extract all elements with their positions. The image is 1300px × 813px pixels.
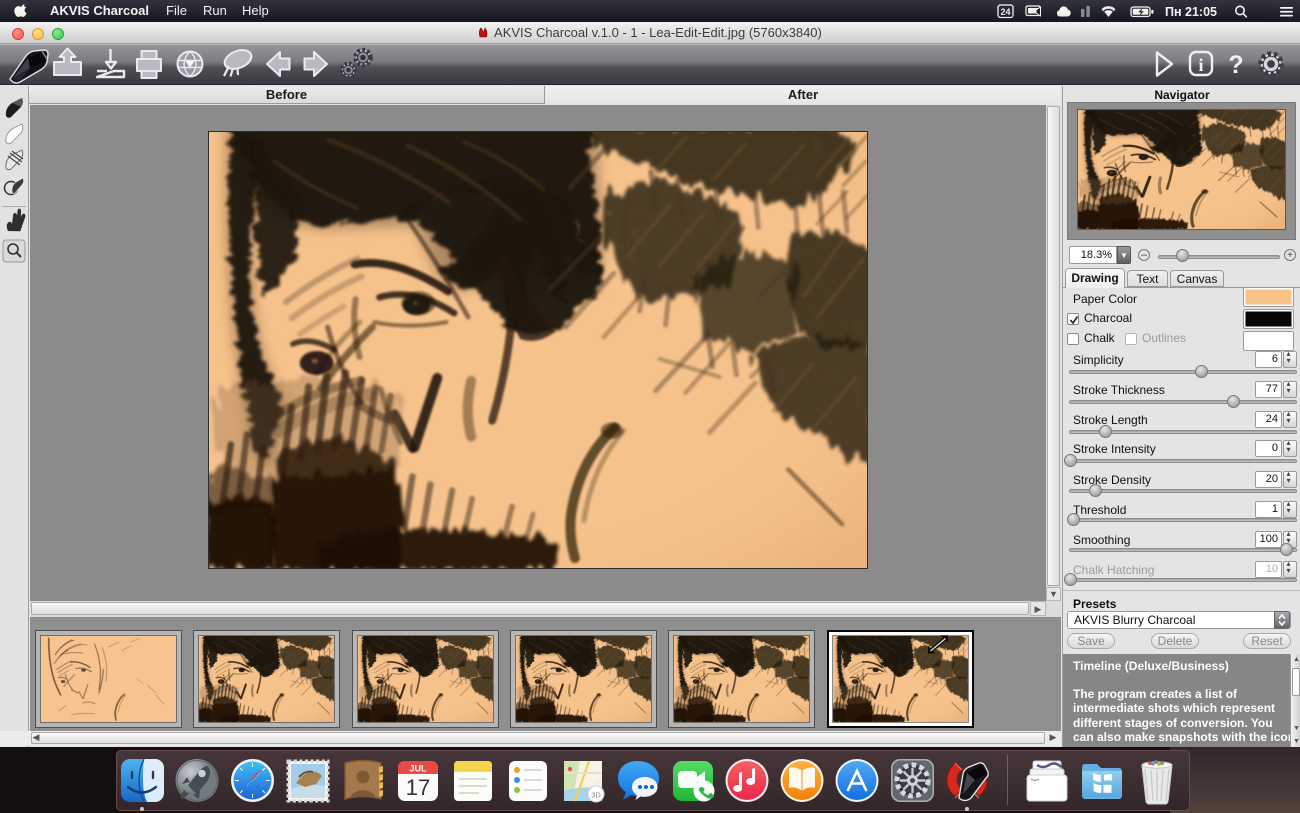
svg-text:24: 24 — [1000, 7, 1010, 17]
svg-text:17: 17 — [406, 775, 430, 800]
svg-text:JUL: JUL — [409, 764, 427, 774]
svg-text:Пн 21:05: Пн 21:05 — [1165, 5, 1217, 19]
svg-text:i: i — [1198, 55, 1203, 75]
svg-text:?: ? — [1228, 51, 1243, 79]
svg-text:3D: 3D — [591, 791, 601, 800]
